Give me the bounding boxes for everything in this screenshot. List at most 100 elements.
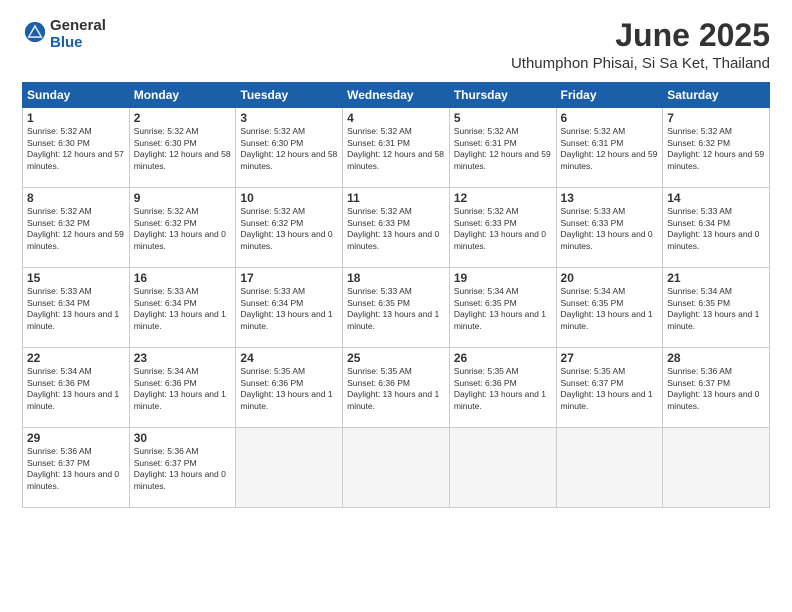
day-number: 15 <box>27 271 125 285</box>
day-number: 18 <box>347 271 445 285</box>
day-number: 22 <box>27 351 125 365</box>
day-info: Sunrise: 5:33 AMSunset: 6:34 PMDaylight:… <box>27 286 119 330</box>
calendar-cell: 21 Sunrise: 5:34 AMSunset: 6:35 PMDaylig… <box>663 268 770 348</box>
day-number: 25 <box>347 351 445 365</box>
day-info: Sunrise: 5:32 AMSunset: 6:33 PMDaylight:… <box>347 206 439 250</box>
calendar-cell: 29 Sunrise: 5:36 AMSunset: 6:37 PMDaylig… <box>23 428 130 508</box>
day-info: Sunrise: 5:33 AMSunset: 6:35 PMDaylight:… <box>347 286 439 330</box>
calendar-cell: 26 Sunrise: 5:35 AMSunset: 6:36 PMDaylig… <box>449 348 556 428</box>
calendar-cell: 23 Sunrise: 5:34 AMSunset: 6:36 PMDaylig… <box>129 348 236 428</box>
day-info: Sunrise: 5:34 AMSunset: 6:35 PMDaylight:… <box>454 286 546 330</box>
day-info: Sunrise: 5:32 AMSunset: 6:32 PMDaylight:… <box>134 206 226 250</box>
calendar-cell: 1 Sunrise: 5:32 AMSunset: 6:30 PMDayligh… <box>23 108 130 188</box>
day-number: 19 <box>454 271 552 285</box>
day-number: 7 <box>667 111 765 125</box>
day-number: 28 <box>667 351 765 365</box>
day-number: 20 <box>561 271 659 285</box>
logo-text: General Blue <box>50 18 106 51</box>
day-info: Sunrise: 5:34 AMSunset: 6:35 PMDaylight:… <box>667 286 759 330</box>
day-info: Sunrise: 5:32 AMSunset: 6:30 PMDaylight:… <box>27 126 124 170</box>
header-friday: Friday <box>556 83 663 108</box>
day-number: 3 <box>240 111 338 125</box>
calendar-cell: 4 Sunrise: 5:32 AMSunset: 6:31 PMDayligh… <box>343 108 450 188</box>
day-number: 30 <box>134 431 232 445</box>
month-title: June 2025 <box>511 18 770 53</box>
day-info: Sunrise: 5:32 AMSunset: 6:32 PMDaylight:… <box>240 206 332 250</box>
day-number: 2 <box>134 111 232 125</box>
day-info: Sunrise: 5:32 AMSunset: 6:33 PMDaylight:… <box>454 206 546 250</box>
day-number: 26 <box>454 351 552 365</box>
day-info: Sunrise: 5:33 AMSunset: 6:34 PMDaylight:… <box>240 286 332 330</box>
day-number: 12 <box>454 191 552 205</box>
logo-general: General <box>50 17 106 34</box>
calendar-row-3: 15 Sunrise: 5:33 AMSunset: 6:34 PMDaylig… <box>23 268 770 348</box>
title-block: June 2025 Uthumphon Phisai, Si Sa Ket, T… <box>511 18 770 72</box>
logo: General Blue <box>22 18 106 51</box>
calendar-cell: 6 Sunrise: 5:32 AMSunset: 6:31 PMDayligh… <box>556 108 663 188</box>
day-number: 16 <box>134 271 232 285</box>
calendar-cell: 17 Sunrise: 5:33 AMSunset: 6:34 PMDaylig… <box>236 268 343 348</box>
header-thursday: Thursday <box>449 83 556 108</box>
calendar-header-row: Sunday Monday Tuesday Wednesday Thursday… <box>23 83 770 108</box>
calendar-cell <box>236 428 343 508</box>
calendar-cell: 12 Sunrise: 5:32 AMSunset: 6:33 PMDaylig… <box>449 188 556 268</box>
calendar-cell: 3 Sunrise: 5:32 AMSunset: 6:30 PMDayligh… <box>236 108 343 188</box>
calendar-cell: 20 Sunrise: 5:34 AMSunset: 6:35 PMDaylig… <box>556 268 663 348</box>
calendar-cell: 19 Sunrise: 5:34 AMSunset: 6:35 PMDaylig… <box>449 268 556 348</box>
logo-icon <box>24 21 46 43</box>
calendar-cell <box>556 428 663 508</box>
day-number: 17 <box>240 271 338 285</box>
day-info: Sunrise: 5:32 AMSunset: 6:32 PMDaylight:… <box>667 126 764 170</box>
day-number: 10 <box>240 191 338 205</box>
day-info: Sunrise: 5:34 AMSunset: 6:36 PMDaylight:… <box>134 366 226 410</box>
day-number: 23 <box>134 351 232 365</box>
day-number: 13 <box>561 191 659 205</box>
calendar-cell: 8 Sunrise: 5:32 AMSunset: 6:32 PMDayligh… <box>23 188 130 268</box>
calendar-cell: 22 Sunrise: 5:34 AMSunset: 6:36 PMDaylig… <box>23 348 130 428</box>
day-number: 24 <box>240 351 338 365</box>
day-number: 1 <box>27 111 125 125</box>
calendar-cell <box>449 428 556 508</box>
page: General Blue June 2025 Uthumphon Phisai,… <box>0 0 792 612</box>
day-number: 11 <box>347 191 445 205</box>
calendar-cell: 27 Sunrise: 5:35 AMSunset: 6:37 PMDaylig… <box>556 348 663 428</box>
calendar-cell: 24 Sunrise: 5:35 AMSunset: 6:36 PMDaylig… <box>236 348 343 428</box>
day-number: 8 <box>27 191 125 205</box>
calendar-row-4: 22 Sunrise: 5:34 AMSunset: 6:36 PMDaylig… <box>23 348 770 428</box>
day-info: Sunrise: 5:33 AMSunset: 6:33 PMDaylight:… <box>561 206 653 250</box>
calendar-row-5: 29 Sunrise: 5:36 AMSunset: 6:37 PMDaylig… <box>23 428 770 508</box>
day-number: 9 <box>134 191 232 205</box>
calendar-cell <box>663 428 770 508</box>
calendar-cell: 28 Sunrise: 5:36 AMSunset: 6:37 PMDaylig… <box>663 348 770 428</box>
day-number: 27 <box>561 351 659 365</box>
day-info: Sunrise: 5:32 AMSunset: 6:31 PMDaylight:… <box>454 126 551 170</box>
header-wednesday: Wednesday <box>343 83 450 108</box>
calendar-cell: 14 Sunrise: 5:33 AMSunset: 6:34 PMDaylig… <box>663 188 770 268</box>
day-info: Sunrise: 5:36 AMSunset: 6:37 PMDaylight:… <box>134 446 226 490</box>
day-info: Sunrise: 5:35 AMSunset: 6:36 PMDaylight:… <box>240 366 332 410</box>
header-saturday: Saturday <box>663 83 770 108</box>
location-title: Uthumphon Phisai, Si Sa Ket, Thailand <box>511 55 770 72</box>
day-info: Sunrise: 5:35 AMSunset: 6:36 PMDaylight:… <box>454 366 546 410</box>
day-info: Sunrise: 5:32 AMSunset: 6:30 PMDaylight:… <box>240 126 337 170</box>
day-number: 14 <box>667 191 765 205</box>
day-info: Sunrise: 5:32 AMSunset: 6:31 PMDaylight:… <box>347 126 444 170</box>
calendar-cell: 30 Sunrise: 5:36 AMSunset: 6:37 PMDaylig… <box>129 428 236 508</box>
header-sunday: Sunday <box>23 83 130 108</box>
calendar-cell <box>343 428 450 508</box>
day-number: 4 <box>347 111 445 125</box>
day-number: 5 <box>454 111 552 125</box>
day-number: 6 <box>561 111 659 125</box>
calendar-cell: 7 Sunrise: 5:32 AMSunset: 6:32 PMDayligh… <box>663 108 770 188</box>
day-info: Sunrise: 5:34 AMSunset: 6:35 PMDaylight:… <box>561 286 653 330</box>
day-info: Sunrise: 5:32 AMSunset: 6:30 PMDaylight:… <box>134 126 231 170</box>
calendar-cell: 2 Sunrise: 5:32 AMSunset: 6:30 PMDayligh… <box>129 108 236 188</box>
calendar-cell: 15 Sunrise: 5:33 AMSunset: 6:34 PMDaylig… <box>23 268 130 348</box>
calendar-cell: 11 Sunrise: 5:32 AMSunset: 6:33 PMDaylig… <box>343 188 450 268</box>
calendar-table: Sunday Monday Tuesday Wednesday Thursday… <box>22 82 770 508</box>
calendar-cell: 25 Sunrise: 5:35 AMSunset: 6:36 PMDaylig… <box>343 348 450 428</box>
calendar-cell: 9 Sunrise: 5:32 AMSunset: 6:32 PMDayligh… <box>129 188 236 268</box>
calendar-cell: 5 Sunrise: 5:32 AMSunset: 6:31 PMDayligh… <box>449 108 556 188</box>
day-info: Sunrise: 5:35 AMSunset: 6:36 PMDaylight:… <box>347 366 439 410</box>
day-info: Sunrise: 5:33 AMSunset: 6:34 PMDaylight:… <box>134 286 226 330</box>
